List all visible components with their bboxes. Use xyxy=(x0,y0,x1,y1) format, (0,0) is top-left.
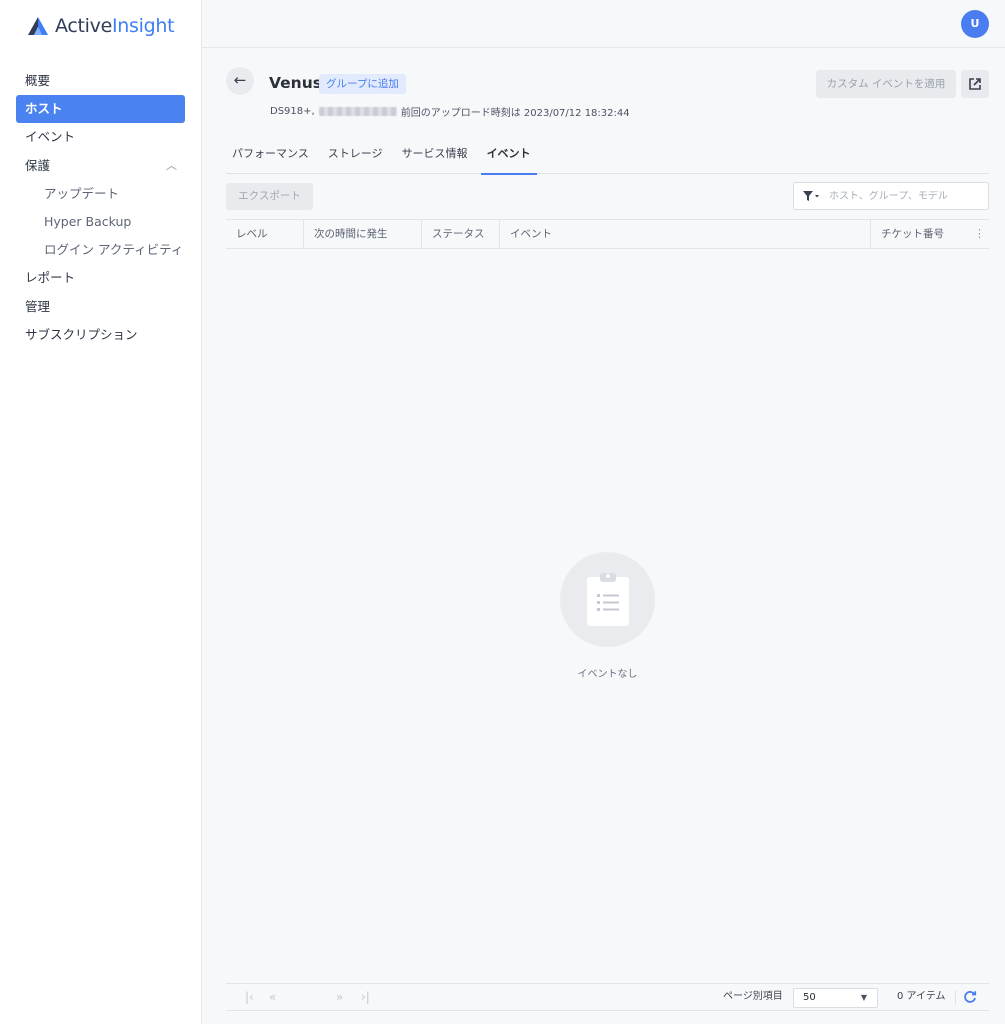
events-table-header: レベル 次の時間に発生 ステータス イベント チケット番号 ⋮ xyxy=(226,219,989,249)
last-page-icon[interactable]: ›| xyxy=(361,984,370,1010)
prev-page-icon[interactable]: « xyxy=(269,984,276,1010)
host-model: DS918+, xyxy=(270,106,315,117)
sidebar-item-protection-label: 保護 xyxy=(25,157,51,173)
app-logo[interactable]: ActiveInsight xyxy=(27,13,175,39)
caret-down-icon: ▼ xyxy=(860,993,867,1002)
apply-custom-event-button[interactable]: カスタム イベントを適用 xyxy=(816,70,956,98)
per-page-select[interactable]: 50 ▼ xyxy=(793,988,878,1008)
user-avatar[interactable]: U xyxy=(961,10,989,38)
host-subline: DS918+, 前回のアップロード時刻は 2023/07/12 18:32:44 xyxy=(270,104,630,119)
logo-text-insight: Insight xyxy=(111,15,175,37)
tab-performance[interactable]: パフォーマンス xyxy=(226,142,315,174)
sidebar-item-protection[interactable]: 保護 ︿ xyxy=(16,152,185,180)
pagination-bar: |‹ « » ›| ページ別項目 50 ▼ 0 アイテム xyxy=(226,983,989,1011)
column-header-event[interactable]: イベント xyxy=(500,220,871,248)
clipboard-icon xyxy=(586,572,629,626)
tab-events[interactable]: イベント xyxy=(480,142,537,175)
item-count: 0 アイテム xyxy=(897,991,946,1002)
sidebar-item-events[interactable]: イベント xyxy=(16,123,185,151)
host-tabs: パフォーマンス ストレージ サービス情報 イベント xyxy=(226,142,989,175)
next-page-icon[interactable]: » xyxy=(336,984,343,1010)
tab-service-info[interactable]: サービス情報 xyxy=(396,142,474,174)
empty-state-text: イベントなし xyxy=(577,669,638,680)
export-button[interactable]: エクスポート xyxy=(226,183,313,210)
empty-state-illustration xyxy=(560,552,655,647)
sidebar-item-hosts[interactable]: ホスト xyxy=(16,95,185,124)
last-upload-time: 前回のアップロード時刻は 2023/07/12 18:32:44 xyxy=(400,108,630,119)
top-bar: U xyxy=(202,0,1005,48)
chevron-up-icon: ︿ xyxy=(166,158,177,172)
column-header-level[interactable]: レベル xyxy=(226,220,304,248)
per-page-value: 50 xyxy=(803,992,816,1003)
column-header-status[interactable]: ステータス xyxy=(422,220,500,248)
column-menu-icon[interactable]: ⋮ xyxy=(974,220,985,248)
sidebar-item-reports[interactable]: レポート xyxy=(16,264,185,292)
arrow-left-icon: ← xyxy=(233,71,247,89)
per-page-label: ページ別項目 xyxy=(723,991,783,1002)
sidebar-item-hyper-backup[interactable]: Hyper Backup xyxy=(16,208,185,236)
search-box xyxy=(793,182,989,210)
logo-text-active: Active xyxy=(55,15,112,37)
sidebar-item-management[interactable]: 管理 xyxy=(16,293,185,321)
refresh-icon[interactable] xyxy=(962,989,978,1005)
external-link-icon xyxy=(969,78,981,90)
filter-dropdown[interactable] xyxy=(803,191,819,201)
activeinsight-logo-icon xyxy=(28,17,48,35)
sidebar: ActiveInsight 概要 ホスト イベント 保護 ︿ アップデート Hy… xyxy=(0,0,202,1024)
host-name: Venus xyxy=(269,74,322,92)
back-button[interactable]: ← xyxy=(226,67,254,95)
filter-icon xyxy=(803,191,819,201)
pagination-divider xyxy=(955,990,956,1005)
first-page-icon[interactable]: |‹ xyxy=(245,984,254,1010)
column-header-occurred[interactable]: 次の時間に発生 xyxy=(304,220,422,248)
search-input[interactable] xyxy=(829,190,969,202)
column-header-ticket[interactable]: チケット番号 xyxy=(871,220,975,248)
sidebar-item-updates[interactable]: アップデート xyxy=(16,180,185,208)
redacted-serial xyxy=(318,107,397,116)
tab-storage[interactable]: ストレージ xyxy=(322,142,389,174)
sidebar-nav: 概要 ホスト イベント 保護 ︿ アップデート Hyper Backup ログイ… xyxy=(16,67,185,349)
sidebar-item-subscription[interactable]: サブスクリプション xyxy=(16,321,185,349)
add-to-group-button[interactable]: グループに追加 xyxy=(319,74,406,94)
sidebar-item-overview[interactable]: 概要 xyxy=(16,67,185,95)
open-external-button[interactable] xyxy=(961,70,989,98)
sidebar-item-login-activity[interactable]: ログイン アクティビティ xyxy=(16,236,185,264)
